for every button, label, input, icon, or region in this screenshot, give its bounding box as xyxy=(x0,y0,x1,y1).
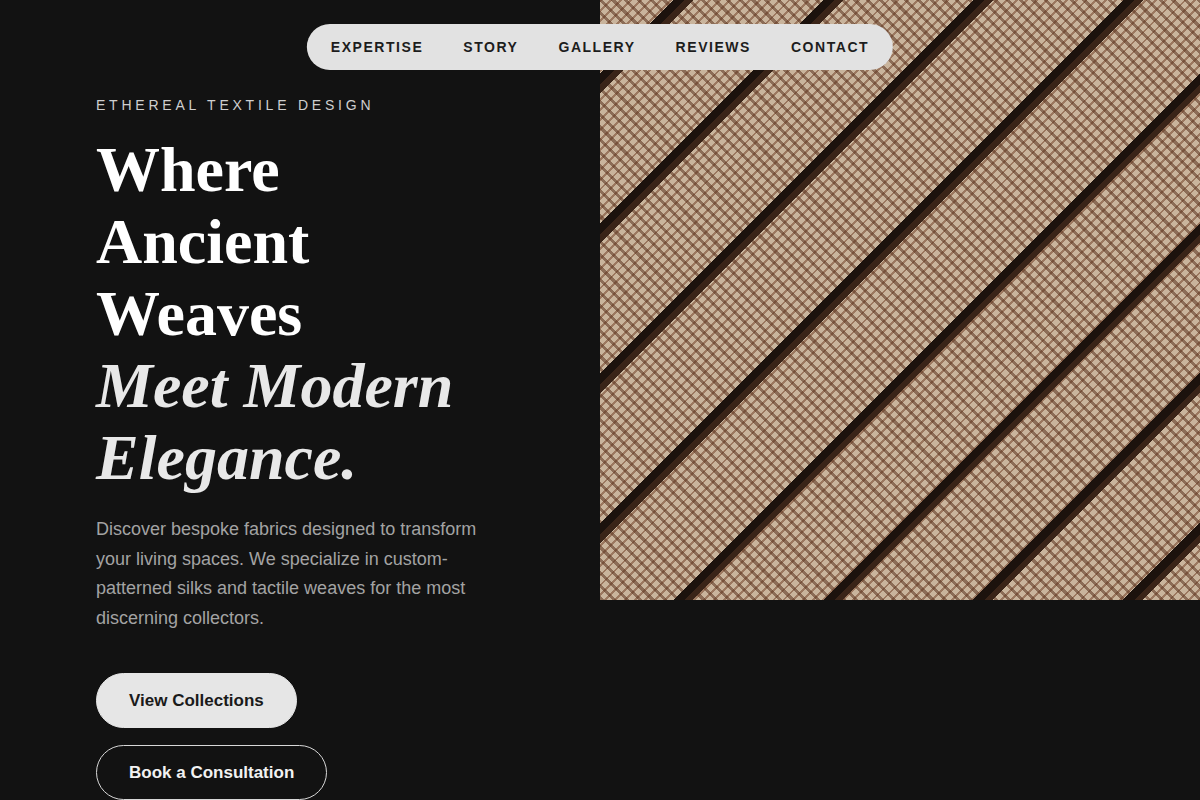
headline-line: Elegance. xyxy=(96,422,560,494)
nav-link[interactable]: EXPERTISE xyxy=(331,37,423,58)
main-nav: EXPERTISE STORY GALLERY REVIEWS CONTACT xyxy=(307,24,893,70)
hero-media xyxy=(600,0,1200,800)
nav-link[interactable]: GALLERY xyxy=(558,37,635,58)
nav-link[interactable]: REVIEWS xyxy=(676,37,751,58)
headline-line: Weaves xyxy=(96,278,560,350)
nav-link[interactable]: STORY xyxy=(463,37,518,58)
headline-line: Ancient xyxy=(96,206,560,278)
hero-content: ETHEREAL TEXTILE DESIGN WhereAncientWeave… xyxy=(0,0,600,800)
headline: WhereAncientWeavesMeet ModernElegance. xyxy=(96,134,560,494)
fabric-photo xyxy=(600,0,1200,600)
eyebrow: ETHEREAL TEXTILE DESIGN xyxy=(96,95,560,115)
nav-link[interactable]: CONTACT xyxy=(791,37,869,58)
headline-line: Meet Modern xyxy=(96,350,560,422)
view-collections-button[interactable]: View Collections xyxy=(96,673,297,728)
consultation-button[interactable]: Book a Consultation xyxy=(96,745,327,800)
headline-line: Where xyxy=(96,134,560,206)
description: Discover bespoke fabrics designed to tra… xyxy=(96,515,506,633)
hero-buttons: View Collections Book a Consultation xyxy=(96,673,560,800)
